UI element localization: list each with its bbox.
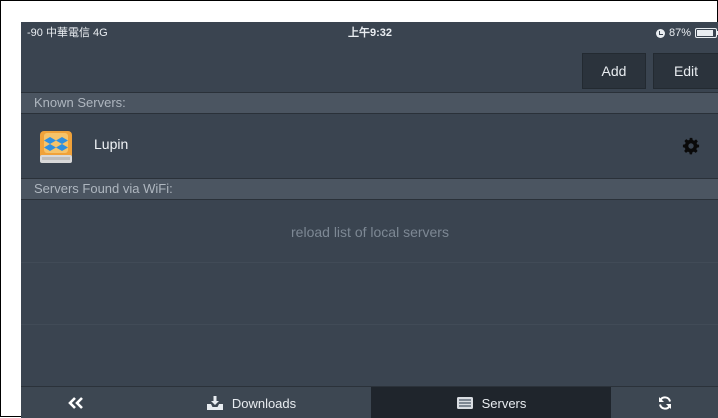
refresh-button[interactable] [611,387,718,418]
edit-button[interactable]: Edit [653,53,718,89]
list-divider [21,262,718,263]
battery-icon [695,28,718,38]
server-rack-icon [456,397,473,409]
back-button[interactable] [21,387,131,418]
list-divider [21,324,718,325]
gear-icon[interactable] [682,137,700,155]
double-chevron-left-icon [68,397,83,409]
add-button[interactable]: Add [582,53,646,89]
known-servers-header: Known Servers: [21,92,718,114]
toolbar: Add Edit [21,44,718,92]
dropbox-drive-icon [40,131,72,163]
server-row-lupin[interactable]: Lupin [21,114,718,178]
tab-bar: Downloads Servers [21,386,718,418]
tab-servers[interactable]: Servers [371,387,611,418]
status-bar: -90 中華電信 4G 上午9:32 87% [21,22,718,44]
tab-downloads-label: Downloads [231,395,297,411]
download-tray-icon [206,396,223,410]
tab-servers-label: Servers [481,395,527,411]
wifi-server-list: reload list of local servers [21,200,718,386]
server-name: Lupin [94,136,129,152]
battery-percent: 87% [668,27,691,39]
wifi-servers-header: Servers Found via WiFi: [21,178,718,200]
alarm-icon [655,28,665,38]
tab-downloads[interactable]: Downloads [131,387,371,418]
reload-servers-link[interactable]: reload list of local servers [21,224,718,240]
app-screen: -90 中華電信 4G 上午9:32 87% Add Edit Known Se… [21,22,718,418]
status-right: 87% [655,22,718,44]
clock-text: 上午9:32 [347,27,393,39]
battery-fill [697,30,713,36]
refresh-icon [659,396,671,410]
device-frame: -90 中華電信 4G 上午9:32 87% Add Edit Known Se… [0,0,718,418]
